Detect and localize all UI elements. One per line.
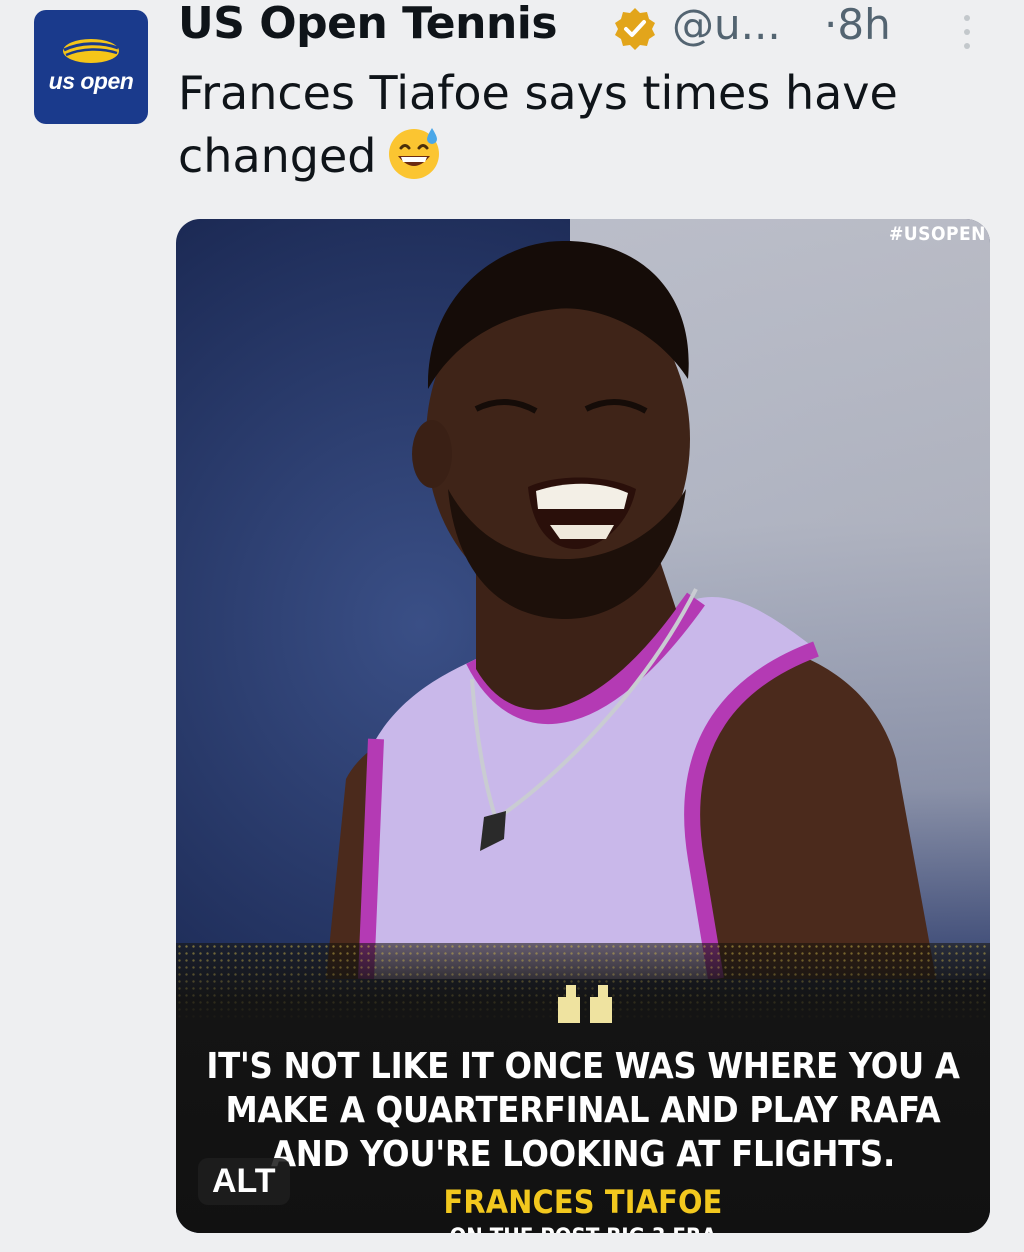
tweet-image[interactable]: #USOPEN IT'S NOT LIKE IT ONCE WAS WHERE … xyxy=(176,219,990,1233)
display-name[interactable]: US Open Tennis xyxy=(178,0,558,49)
tweet-text: Frances Tiafoe says times have changed xyxy=(178,62,998,187)
us-open-avatar[interactable]: us open xyxy=(34,10,148,124)
hashtag-watermark: #USOPEN xyxy=(888,223,986,245)
alt-text-button[interactable]: ALT xyxy=(198,1158,290,1205)
quote-mark-icon xyxy=(558,985,612,1023)
avatar-logo-text: us open xyxy=(48,68,134,94)
grinning-sweat-emoji-icon xyxy=(388,128,439,179)
quote-text: IT'S NOT LIKE IT ONCE WAS WHERE YOU A MA… xyxy=(206,1046,960,1175)
tweet-header: US Open Tennis @u... ·8h xyxy=(178,0,978,56)
attribution-subtitle: ON THE POST BIG 3 ERA xyxy=(176,1225,990,1233)
tweet-body: Frances Tiafoe says times have changed xyxy=(178,66,898,183)
more-options-icon[interactable] xyxy=(960,12,974,52)
attribution-name: FRANCES TIAFOE xyxy=(443,1183,723,1221)
user-handle[interactable]: @u... xyxy=(672,0,781,49)
timestamp[interactable]: ·8h xyxy=(824,0,891,49)
player-photo xyxy=(326,240,936,979)
tweet: us open US Open Tennis @u... ·8h Frances… xyxy=(0,0,1024,1252)
tennis-ball-logo-icon xyxy=(63,39,119,63)
quote-panel: IT'S NOT LIKE IT ONCE WAS WHERE YOU A MA… xyxy=(176,943,990,1233)
verified-badge-icon xyxy=(615,8,655,50)
